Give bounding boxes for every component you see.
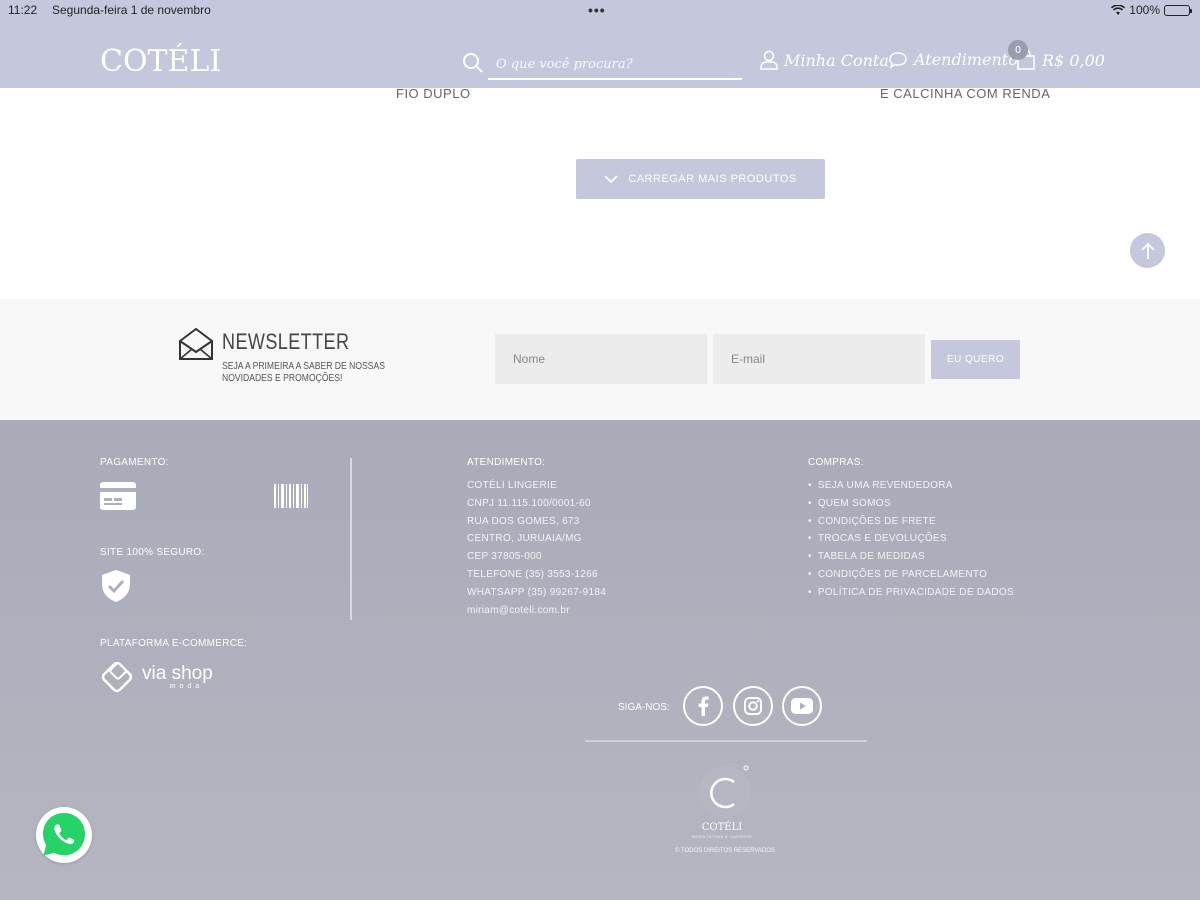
footer-divider-vertical <box>350 458 352 620</box>
copyright-text: © TODOS DIREITOS RESERVADOS <box>675 848 775 854</box>
search-input[interactable] <box>488 50 742 80</box>
search-bar <box>460 48 742 84</box>
battery-percent: 100% <box>1129 3 1160 17</box>
newsletter-name-field[interactable] <box>495 334 707 384</box>
envelope-icon <box>179 327 213 360</box>
payment-heading: PAGAMENTO: <box>100 457 169 468</box>
footer-link-about[interactable]: QUEM SOMOS <box>808 495 1014 513</box>
cart-count-badge: 0 <box>1008 40 1028 60</box>
multitasking-dots[interactable]: ••• <box>588 2 606 18</box>
contact-line: CNPJ 11.115.100/0001-60 <box>467 497 591 509</box>
footer-link-size-chart[interactable]: TABELA DE MEDIDAS <box>808 548 1014 566</box>
barcode-icon <box>274 484 308 508</box>
search-icon[interactable] <box>462 52 484 74</box>
youtube-icon <box>791 698 813 714</box>
footer-link-privacy[interactable]: POLÍTICA DE PRIVACIDADE DE DADOS <box>808 584 1014 602</box>
shield-check-icon <box>102 570 130 602</box>
product-name[interactable]: E CALCINHA COM RENDA <box>880 86 1050 101</box>
contact-line: CEP 37805-000 <box>467 551 542 563</box>
platform-heading: PLATAFORMA E-COMMERCE: <box>100 638 248 649</box>
newsletter-email-field[interactable] <box>713 334 925 384</box>
cart-total: R$ 0,00 <box>1042 50 1105 70</box>
footer-link-returns[interactable]: TROCAS E DEVOLUÇÕES <box>808 530 1014 548</box>
shop-links-list: SEJA UMA REVENDEDORA QUEM SOMOS CONDIÇÕE… <box>808 477 1014 602</box>
battery-icon <box>1164 4 1192 16</box>
newsletter-submit-button[interactable]: EU QUERO <box>931 340 1020 379</box>
newsletter-section: NEWSLETTER SEJA A PRIMEIRA A SABER DE NO… <box>0 299 1200 420</box>
chat-bubble-icon <box>889 51 907 69</box>
footer-brand-name: COTÉLI <box>701 822 743 833</box>
footer-brand-tagline: MODA ÍNTIMA & LINGERIE <box>691 834 753 839</box>
chevron-down-icon <box>604 174 618 183</box>
contact-phone[interactable]: TELEFONE (35) 3553-1266 <box>467 566 606 584</box>
shop-heading: COMPRAS: <box>808 457 864 468</box>
youtube-button[interactable] <box>782 686 822 726</box>
load-more-label: CARREGAR MAIS PRODUTOS <box>628 173 797 185</box>
footer-link-installments[interactable]: CONDIÇÕES DE PARCELAMENTO <box>808 566 1014 584</box>
follow-us-label: SIGA-NOS: <box>618 702 670 713</box>
site-logo[interactable]: COTÉLI <box>100 44 221 79</box>
viashop-name: via shop <box>142 662 213 684</box>
newsletter-title: NEWSLETTER <box>222 329 350 354</box>
contact-heading: ATENDIMENTO: <box>467 457 546 468</box>
contact-line: CENTRO, JURUAIA/MG <box>467 533 582 545</box>
contact-whatsapp[interactable]: WHATSAPP (35) 99267-9184 <box>467 584 606 602</box>
top-header: 11:22 Segunda-feira 1 de novembro ••• 10… <box>0 0 1200 88</box>
support-label: Atendimento <box>914 50 1018 69</box>
footer-link-shipping[interactable]: CONDIÇÕES DE FRETE <box>808 513 1014 531</box>
footer-link-reseller[interactable]: SEJA UMA REVENDEDORA <box>808 477 1014 495</box>
contact-line: COTÉLI LINGERIE <box>467 480 558 491</box>
status-date: Segunda-feira 1 de novembro <box>52 3 211 17</box>
product-name[interactable]: FIO DUPLO <box>396 86 471 101</box>
my-account-label: Minha Conta <box>784 50 889 70</box>
user-icon <box>760 50 778 70</box>
instagram-button[interactable] <box>733 686 773 726</box>
facebook-button[interactable] <box>683 686 723 726</box>
whatsapp-icon <box>37 808 91 862</box>
contact-email-link[interactable]: miriam@coteli.com.br <box>467 602 606 620</box>
status-right: 100% <box>1111 3 1192 17</box>
load-more-button[interactable]: CARREGAR MAIS PRODUTOS <box>576 159 825 199</box>
instagram-icon <box>744 697 762 715</box>
viashop-logo[interactable]: via shop moda <box>100 660 213 694</box>
arrow-up-icon <box>1140 242 1155 259</box>
footer-divider-horizontal <box>585 740 867 742</box>
credit-card-icon <box>100 482 136 510</box>
site-footer: PAGAMENTO: SITE 100% SEGURO: PLATAFORMA … <box>0 420 1200 900</box>
newsletter-subtitle: SEJA A PRIMEIRA A SABER DE NOSSAS NOVIDA… <box>222 361 385 384</box>
contact-line: RUA DOS GOMES, 673 <box>467 515 580 527</box>
secure-heading: SITE 100% SEGURO: <box>100 547 205 558</box>
viashop-sub: moda <box>169 682 204 690</box>
contact-list: COTÉLI LINGERIE CNPJ 11.115.100/0001-60 … <box>467 477 606 619</box>
viashop-mark-icon <box>101 661 133 693</box>
wifi-icon <box>1111 4 1126 15</box>
status-time: 11:22 <box>8 3 38 17</box>
scroll-to-top-button[interactable] <box>1130 233 1165 268</box>
whatsapp-button[interactable] <box>36 807 92 863</box>
support-link[interactable]: Atendimento <box>888 50 1018 69</box>
facebook-icon <box>698 696 709 716</box>
my-account-link[interactable]: Minha Conta <box>760 50 889 70</box>
cart-link[interactable]: 0 R$ 0,00 <box>1008 40 1105 70</box>
